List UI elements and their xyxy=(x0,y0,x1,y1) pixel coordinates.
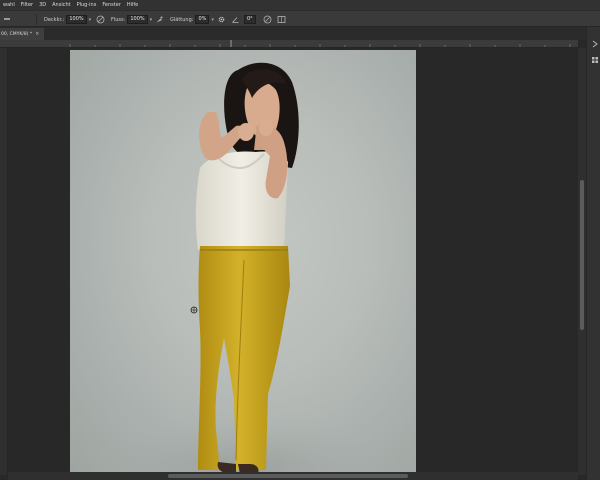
ruler-ticks xyxy=(69,40,571,47)
close-icon[interactable]: × xyxy=(35,31,39,37)
menu-item-view[interactable]: Ansicht xyxy=(49,0,73,10)
menu-item-window[interactable]: Fenster xyxy=(99,0,124,10)
options-bar: Deckkr.: 100% ▾ Fluss: 100% ▾ Glättung: … xyxy=(0,10,600,27)
flow-label: Fluss: xyxy=(111,16,126,23)
vertical-scrollbar[interactable] xyxy=(578,48,586,475)
model-photo xyxy=(70,62,416,474)
chevron-down-icon[interactable]: ▾ xyxy=(89,17,92,23)
document-tab-title: 00, CMYK/8) * xyxy=(1,31,33,37)
flow-control: Fluss: 100% ▾ xyxy=(111,11,152,28)
horizontal-ruler[interactable] xyxy=(0,40,578,48)
pressure-opacity-icon[interactable] xyxy=(95,14,105,24)
vertical-scrollbar-thumb[interactable] xyxy=(580,180,584,330)
menu-item-filter[interactable]: Filter xyxy=(18,0,36,10)
opacity-label: Deckkr.: xyxy=(44,16,65,23)
angle-field[interactable]: 0° xyxy=(244,15,256,24)
collapse-panels-icon[interactable] xyxy=(590,39,599,48)
vertical-ruler[interactable] xyxy=(0,48,8,475)
flow-field[interactable]: 100% xyxy=(127,15,148,24)
canvas-area[interactable] xyxy=(8,48,578,475)
menu-item-select[interactable]: wahl xyxy=(0,0,18,10)
opacity-field[interactable]: 100% xyxy=(66,15,87,24)
chevron-down-icon[interactable]: ▾ xyxy=(211,17,214,23)
menu-bar: wahl Filter 3D Ansicht Plug-ins Fenster … xyxy=(0,0,600,10)
separator xyxy=(36,14,37,25)
smoothing-control: Glättung: 0% ▾ xyxy=(170,11,214,28)
angle-control: 0° xyxy=(242,11,256,28)
brush-mode-icon[interactable] xyxy=(2,14,12,24)
panel-grid-icon[interactable] xyxy=(590,55,599,64)
menu-item-help[interactable]: Hilfe xyxy=(124,0,141,10)
document-tab[interactable]: 00, CMYK/8) * × xyxy=(0,28,44,40)
symmetry-icon[interactable] xyxy=(276,14,286,24)
panel-dock xyxy=(586,27,600,480)
angle-icon[interactable] xyxy=(230,14,240,24)
menu-item-3d[interactable]: 3D xyxy=(36,0,49,10)
document-image[interactable] xyxy=(70,50,416,474)
smoothing-field[interactable]: 0% xyxy=(195,15,210,24)
opacity-control: Deckkr.: 100% ▾ xyxy=(44,11,91,28)
document-tab-bar: 00, CMYK/8) * × xyxy=(0,27,600,40)
menu-item-plugins[interactable]: Plug-ins xyxy=(74,0,100,10)
pressure-size-icon[interactable] xyxy=(262,14,272,24)
smoothing-label: Glättung: xyxy=(170,16,194,23)
horizontal-scrollbar[interactable] xyxy=(8,472,578,480)
horizontal-scrollbar-thumb[interactable] xyxy=(168,474,408,478)
chevron-down-icon[interactable]: ▾ xyxy=(150,17,153,23)
brush-cursor-icon xyxy=(190,306,198,314)
airbrush-icon[interactable] xyxy=(154,14,164,24)
gear-icon[interactable] xyxy=(216,14,226,24)
